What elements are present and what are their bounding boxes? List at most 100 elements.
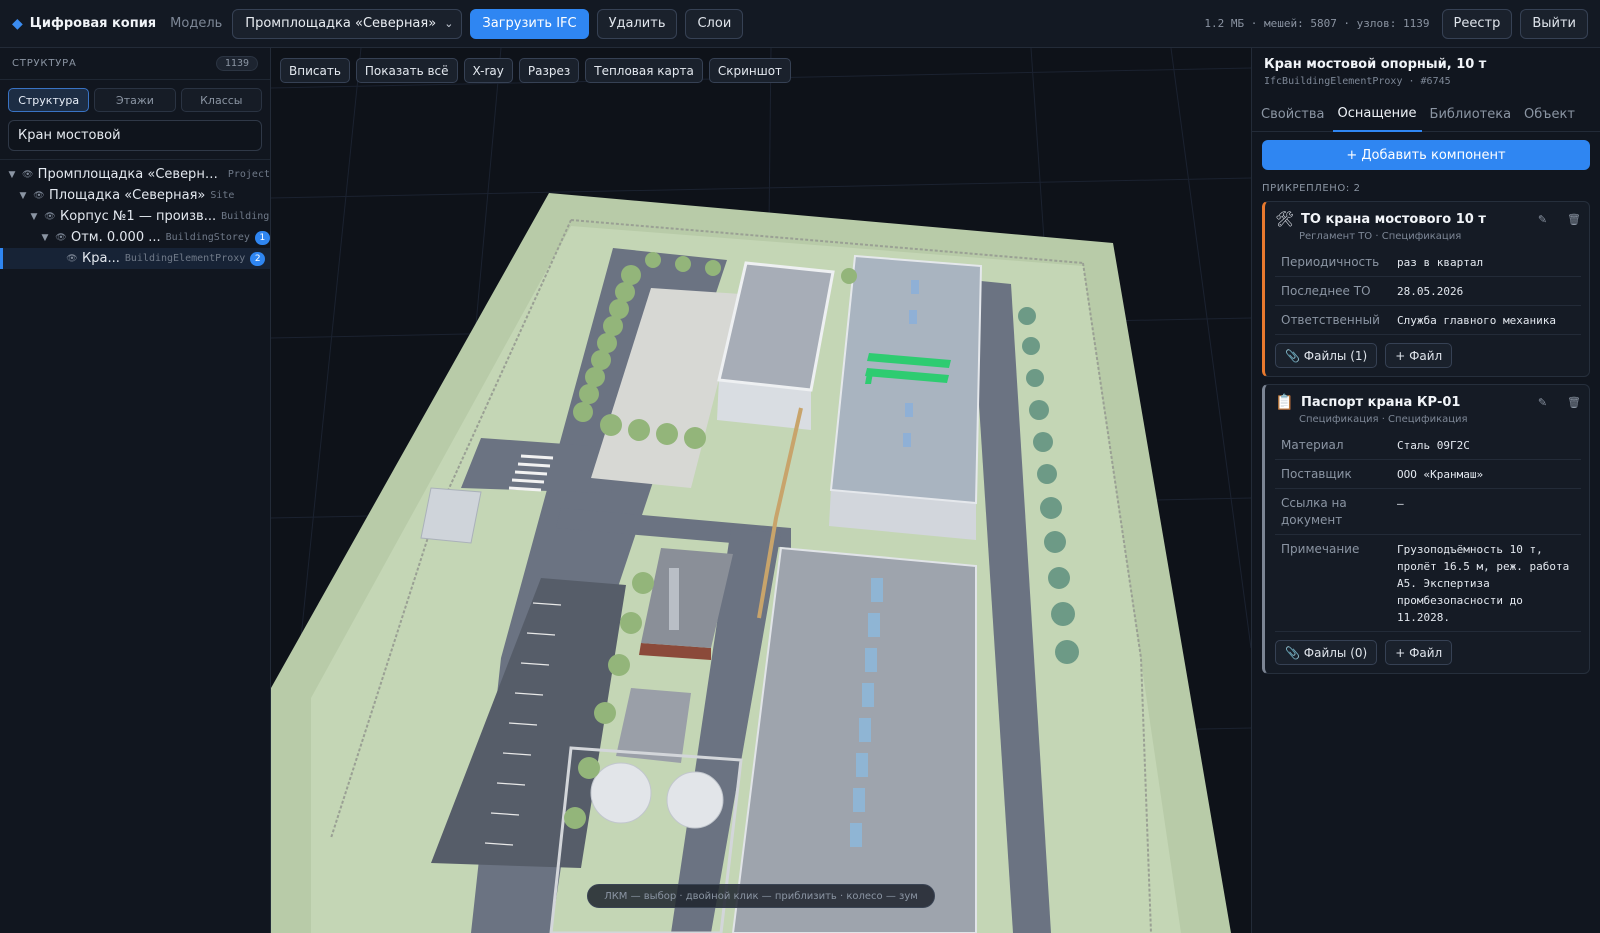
- component-subtitle: Регламент ТО · Спецификация: [1299, 231, 1462, 242]
- property-row: Периодичность раз в квартал: [1275, 248, 1581, 277]
- tab-object[interactable]: Объект: [1519, 96, 1580, 132]
- registry-button[interactable]: Реестр: [1441, 8, 1513, 39]
- eye-icon[interactable]: 👁: [54, 233, 68, 243]
- tree-node-label: Кра...: [82, 251, 120, 266]
- tree-node-label: Площадка «Северная»: [49, 188, 206, 203]
- property-key: Последнее ТО: [1281, 284, 1371, 298]
- screenshot-button[interactable]: Скриншот: [708, 58, 792, 83]
- property-value: Сталь 09Г2С: [1397, 439, 1470, 452]
- property-key: Ответственный: [1281, 313, 1380, 327]
- add-component-button[interactable]: + Добавить компонент: [1262, 140, 1590, 170]
- heatmap-button[interactable]: Тепловая карта: [585, 58, 703, 83]
- caret-down-icon[interactable]: ▼: [17, 191, 29, 201]
- attached-count: ПРИКРЕПЛЕНО: 2: [1262, 183, 1361, 194]
- tools-icon: 🛠: [1275, 210, 1295, 228]
- edit-icon[interactable]: ✎: [1538, 396, 1547, 409]
- property-value: 28.05.2026: [1397, 285, 1464, 298]
- component-card: 🛠 ТО крана мостового 10 т ✎ 🗑 Регламент …: [1262, 201, 1590, 377]
- property-row: Ссылка на документ —: [1275, 489, 1581, 535]
- tab-equipment[interactable]: Оснащение: [1332, 96, 1422, 132]
- caret-down-icon[interactable]: ▼: [6, 170, 18, 180]
- model-select[interactable]: Промплощадка «Северная» ⌄: [232, 8, 463, 39]
- trash-icon[interactable]: 🗑: [1567, 396, 1581, 409]
- property-key: Примечание: [1281, 542, 1360, 556]
- tree-node-type: Building: [221, 211, 270, 222]
- 3d-viewport[interactable]: Вписать Показать всё X-ray Разрез Теплов…: [271, 48, 1251, 933]
- tree-node-building[interactable]: ▼ 👁 Корпус №1 — произв... Building: [0, 206, 270, 227]
- fit-button[interactable]: Вписать: [280, 58, 350, 83]
- structure-sidebar: СТРУКТУРА 1139 Структура Этажи Классы Кр…: [0, 48, 271, 933]
- sidebar-title: СТРУКТУРА: [12, 58, 77, 69]
- tab-properties[interactable]: Свойства: [1256, 96, 1330, 132]
- layers-button[interactable]: Слои: [685, 8, 744, 39]
- caret-down-icon[interactable]: ▼: [28, 212, 40, 222]
- show-all-button[interactable]: Показать всё: [355, 58, 458, 83]
- property-value: Служба главного механика: [1397, 314, 1556, 327]
- tab-floors[interactable]: Этажи: [94, 88, 176, 112]
- tab-classes[interactable]: Классы: [180, 88, 262, 112]
- property-value: раз в квартал: [1397, 256, 1484, 269]
- trash-icon[interactable]: 🗑: [1567, 213, 1581, 226]
- brand-title: Цифровая копия: [29, 16, 157, 31]
- xray-button[interactable]: X-ray: [463, 58, 513, 83]
- property-key: Материал: [1281, 438, 1344, 452]
- eye-icon[interactable]: 👁: [32, 191, 46, 201]
- node-count-badge: 1139: [215, 56, 258, 71]
- brand: ◆ Цифровая копия: [12, 16, 156, 32]
- tree-node-site[interactable]: ▼ 👁 Площадка «Северная» Site: [0, 185, 270, 206]
- sidebar-header: СТРУКТУРА 1139: [0, 48, 270, 80]
- eye-icon[interactable]: 👁: [65, 254, 79, 264]
- tree-node-type: Project: [227, 169, 270, 180]
- upload-ifc-button[interactable]: Загрузить IFC: [470, 8, 589, 39]
- property-key: Периодичность: [1281, 255, 1380, 269]
- edit-icon[interactable]: ✎: [1538, 213, 1547, 226]
- property-row: Последнее ТО 28.05.2026: [1275, 277, 1581, 306]
- add-file-button[interactable]: + Файл: [1385, 640, 1453, 665]
- model-select-value: Промплощадка «Северная»: [245, 16, 437, 31]
- section-button[interactable]: Разрез: [518, 58, 580, 83]
- delete-button[interactable]: Удалить: [596, 8, 678, 39]
- site-3d-scene[interactable]: [271, 48, 1251, 933]
- add-file-button[interactable]: + Файл: [1385, 343, 1453, 368]
- files-button[interactable]: 📎 Файлы (0): [1275, 640, 1378, 665]
- property-row: Ответственный Служба главного механика: [1275, 306, 1581, 335]
- component-title: ТО крана мостового 10 т: [1301, 211, 1486, 227]
- eye-icon[interactable]: 👁: [21, 170, 35, 180]
- search-input[interactable]: Кран мостовой: [8, 120, 262, 151]
- property-key: Ссылка на документ: [1281, 496, 1347, 527]
- tab-library[interactable]: Библиотека: [1425, 96, 1517, 132]
- cube-icon: ◆: [12, 15, 23, 32]
- chevron-down-icon: ⌄: [444, 17, 454, 30]
- property-row: Поставщик ООО «Кранмаш»: [1275, 460, 1581, 489]
- files-button[interactable]: 📎 Файлы (1): [1275, 343, 1378, 368]
- panel-header: Кран мостовой опорный, 10 т IfcBuildingE…: [1252, 48, 1600, 96]
- component-title: Паспорт крана КР-01: [1301, 394, 1461, 410]
- clipboard-icon: 📋: [1275, 393, 1294, 411]
- chimney: [669, 568, 679, 630]
- tree-node-label: Корпус №1 — произв...: [60, 209, 217, 224]
- viewport-hint: ЛКМ — выбор · двойной клик — приблизить …: [587, 884, 935, 908]
- logout-button[interactable]: Выйти: [1520, 8, 1588, 39]
- element-subtitle: IfcBuildingElementProxy · #6745: [1264, 76, 1451, 87]
- match-count-badge: 2: [250, 251, 266, 266]
- tree-node-storey[interactable]: ▼ 👁 Отм. 0.000 ... BuildingStorey 1: [0, 227, 270, 248]
- tree-node-crane[interactable]: 👁 Кра... BuildingElementProxy 2: [0, 248, 270, 269]
- eye-icon[interactable]: 👁: [43, 212, 57, 222]
- tree-node-label: Отм. 0.000 ...: [71, 230, 161, 245]
- tree-node-type: BuildingStorey: [165, 232, 250, 243]
- caret-down-icon[interactable]: ▼: [39, 233, 51, 243]
- tree-node-label: Промплощадка «Северна...: [37, 167, 223, 182]
- component-subtitle: Спецификация · Спецификация: [1299, 414, 1468, 425]
- tree-node-type: BuildingElementProxy: [124, 253, 246, 264]
- tab-structure[interactable]: Структура: [8, 88, 90, 112]
- tree-node-project[interactable]: ▼ 👁 Промплощадка «Северна... Project: [0, 164, 270, 185]
- component-card: 📋 Паспорт крана КР-01 ✎ 🗑 Спецификация ·…: [1262, 384, 1590, 674]
- match-count-badge: 1: [254, 230, 270, 245]
- tree-node-type: Site: [210, 190, 235, 201]
- property-row: Материал Сталь 09Г2С: [1275, 431, 1581, 460]
- viewport-toolbar: Вписать Показать всё X-ray Разрез Теплов…: [280, 58, 792, 83]
- panel-tabs: Свойства Оснащение Библиотека Объект: [1252, 96, 1600, 132]
- structure-tree: ▼ 👁 Промплощадка «Северна... Project ▼ 👁…: [0, 159, 270, 269]
- guard-house: [420, 487, 482, 544]
- properties-panel: Кран мостовой опорный, 10 т IfcBuildingE…: [1251, 48, 1600, 933]
